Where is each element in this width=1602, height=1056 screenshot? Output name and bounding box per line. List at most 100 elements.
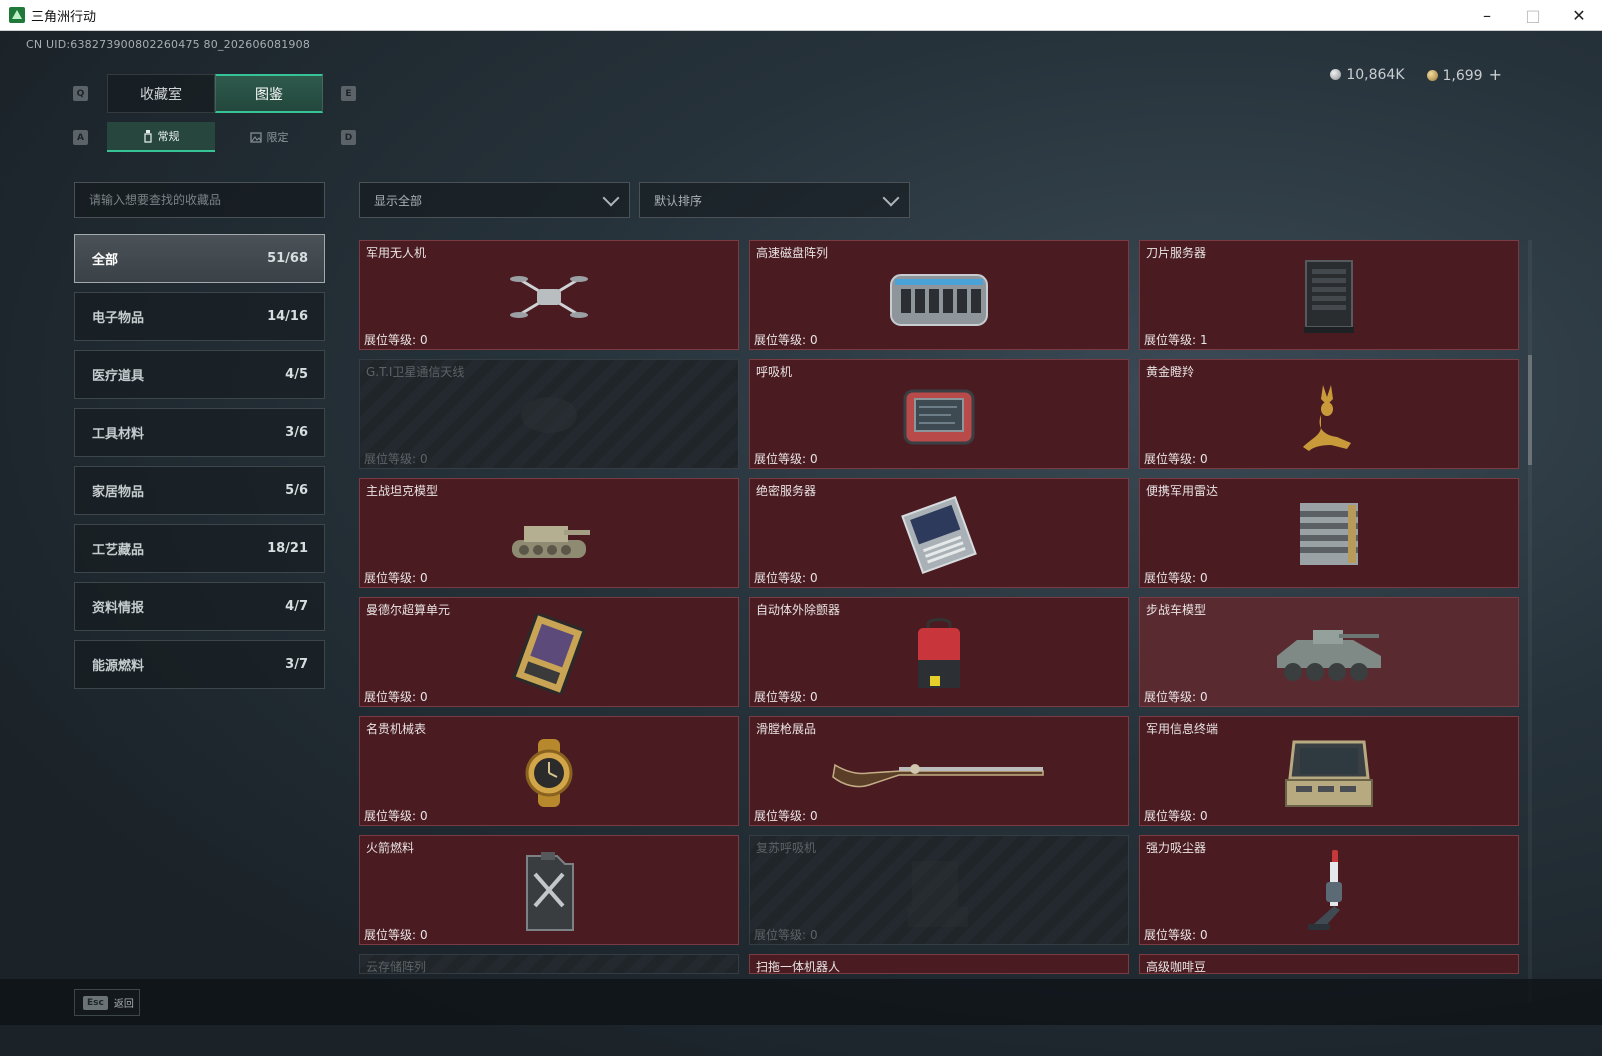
item-name: 云存储阵列 xyxy=(366,960,427,974)
collection-item-card[interactable]: 高速磁盘阵列 展位等级: 0 xyxy=(749,240,1129,350)
add-currency-icon[interactable]: + xyxy=(1489,65,1502,84)
item-display-level: 展位等级: 0 xyxy=(754,331,818,348)
level-prefix: 展位等级: xyxy=(754,452,807,466)
subtab-regular-label: 常规 xyxy=(157,130,180,143)
collection-item-card[interactable]: 火箭燃料 展位等级: 0 xyxy=(359,835,739,945)
item-name: 便携军用雷达 xyxy=(1146,484,1219,498)
item-name: 滑膛枪展品 xyxy=(756,722,817,736)
key-hint-e: E xyxy=(341,86,356,101)
category-label: 医疗道具 xyxy=(92,369,145,384)
watch-icon xyxy=(516,737,582,809)
back-button[interactable]: Esc 返回 xyxy=(74,989,140,1016)
window-title: 三角洲行动 xyxy=(31,9,97,25)
filter-dropdown[interactable]: 显示全部 xyxy=(359,182,630,218)
category-crafts[interactable]: 工艺藏品 18/21 xyxy=(74,524,325,573)
category-label: 工艺藏品 xyxy=(92,543,145,558)
collection-item-card[interactable]: 刀片服务器 展位等级: 1 xyxy=(1139,240,1519,350)
subtab-regular[interactable]: 常规 xyxy=(107,122,215,152)
subtab-limited[interactable]: 限定 xyxy=(215,122,323,152)
collection-item-card[interactable]: 滑膛枪展品 展位等级: 0 xyxy=(749,716,1129,826)
item-display-level: 展位等级: 0 xyxy=(364,331,428,348)
level-value: 0 xyxy=(1200,571,1208,585)
category-count: 51/68 xyxy=(267,251,308,266)
collection-item-card[interactable]: 主战坦克模型 展位等级: 0 xyxy=(359,478,739,588)
esc-key-badge: Esc xyxy=(83,995,108,1010)
item-display-level: 展位等级: 0 xyxy=(364,450,428,467)
item-display-level: 展位等级: 1 xyxy=(1144,331,1208,348)
category-household[interactable]: 家居物品 5/6 xyxy=(74,466,325,515)
level-prefix: 展位等级: xyxy=(364,333,417,347)
resuscitator-icon xyxy=(898,851,980,933)
collection-item-card[interactable]: 云存储阵列 xyxy=(359,954,739,974)
tab-catalog[interactable]: 图鉴 xyxy=(215,74,323,113)
level-value: 0 xyxy=(810,452,818,466)
maximize-button[interactable]: □ xyxy=(1510,0,1556,31)
item-display-level: 展位等级: 0 xyxy=(364,569,428,586)
collection-item-card[interactable]: 扫拖一体机器人 xyxy=(749,954,1129,974)
game-viewport: CN UID:638273900802260475 80_20260608190… xyxy=(0,31,1602,1056)
category-intel[interactable]: 资料情报 4/7 xyxy=(74,582,325,631)
item-name: 曼德尔超算单元 xyxy=(366,603,451,617)
item-name: 名贵机械表 xyxy=(366,722,427,736)
item-display-level: 展位等级: 0 xyxy=(1144,569,1208,586)
category-label: 电子物品 xyxy=(92,311,145,326)
sort-dropdown-value: 默认排序 xyxy=(654,193,703,208)
main-tabs: 收藏室 图鉴 xyxy=(107,74,323,113)
category-label: 工具材料 xyxy=(92,427,145,442)
sub-tabs: 常规 限定 xyxy=(107,122,323,152)
collection-item-card[interactable]: 军用无人机 展位等级: 0 xyxy=(359,240,739,350)
gold-currency[interactable]: 1,699 + xyxy=(1426,65,1502,84)
category-energy[interactable]: 能源燃料 3/7 xyxy=(74,640,325,689)
level-value: 0 xyxy=(810,928,818,942)
item-display-level: 展位等级: 0 xyxy=(1144,807,1208,824)
window-controls: – □ ✕ xyxy=(1464,0,1602,31)
level-prefix: 展位等级: xyxy=(1144,333,1197,347)
ifv-model-icon xyxy=(1269,614,1389,694)
collection-item-card[interactable]: 便携军用雷达 展位等级: 0 xyxy=(1139,478,1519,588)
item-name: 自动体外除颤器 xyxy=(756,603,841,617)
chevron-down-icon xyxy=(882,189,900,207)
level-prefix: 展位等级: xyxy=(1144,452,1197,466)
close-button[interactable]: ✕ xyxy=(1556,0,1602,31)
level-prefix: 展位等级: xyxy=(364,928,417,942)
sort-dropdown[interactable]: 默认排序 xyxy=(639,182,910,218)
level-value: 0 xyxy=(810,571,818,585)
collection-item-card[interactable]: 呼吸机 展位等级: 0 xyxy=(749,359,1129,469)
category-electronics[interactable]: 电子物品 14/16 xyxy=(74,292,325,341)
collection-item-card[interactable]: 军用信息终端 展位等级: 0 xyxy=(1139,716,1519,826)
level-prefix: 展位等级: xyxy=(364,571,417,585)
collection-item-card[interactable]: 高级咖啡豆 xyxy=(1139,954,1519,974)
ventilator-icon xyxy=(901,385,977,447)
collection-item-card[interactable]: 曼德尔超算单元 展位等级: 0 xyxy=(359,597,739,707)
minimize-button[interactable]: – xyxy=(1464,0,1510,31)
tab-collection-room[interactable]: 收藏室 xyxy=(107,74,215,113)
search-input[interactable] xyxy=(74,182,325,218)
grid-scrollbar[interactable] xyxy=(1528,240,1532,1003)
item-name: 绝密服务器 xyxy=(756,484,817,498)
collection-item-card[interactable]: 名贵机械表 展位等级: 0 xyxy=(359,716,739,826)
level-prefix: 展位等级: xyxy=(754,928,807,942)
collection-grid: 军用无人机 展位等级: 0 高速磁盘阵列 展位等级: 0 刀片服务器 展位等级: 1 G.T.I卫… xyxy=(359,240,1521,1003)
level-value: 0 xyxy=(420,571,428,585)
gold-gazelle-icon xyxy=(1287,377,1371,455)
level-value: 0 xyxy=(810,809,818,823)
collection-item-card[interactable]: 复苏呼吸机 展位等级: 0 xyxy=(749,835,1129,945)
collection-item-card[interactable]: 自动体外除颤器 展位等级: 0 xyxy=(749,597,1129,707)
collection-item-card[interactable]: 黄金瞪羚 展位等级: 0 xyxy=(1139,359,1519,469)
item-display-level: 展位等级: 0 xyxy=(1144,688,1208,705)
collection-item-card[interactable]: 步战车模型 展位等级: 0 xyxy=(1139,597,1519,707)
level-value: 1 xyxy=(1200,333,1208,347)
collection-item-card[interactable]: 绝密服务器展位等级: 0 xyxy=(749,478,1129,588)
drone-icon xyxy=(507,265,591,329)
collection-item-card[interactable]: G.T.I卫星通信天线 展位等级: 0 xyxy=(359,359,739,469)
collection-item-card[interactable]: 强力吸尘器 展位等级: 0 xyxy=(1139,835,1519,945)
level-value: 0 xyxy=(810,690,818,704)
item-display-level: 展位等级: 0 xyxy=(754,569,818,586)
scrollbar-thumb[interactable] xyxy=(1528,355,1532,465)
category-all[interactable]: 全部 51/68 xyxy=(74,234,325,283)
item-name: 军用信息终端 xyxy=(1146,722,1219,736)
category-medical[interactable]: 医疗道具 4/5 xyxy=(74,350,325,399)
terminal-case-icon xyxy=(1280,732,1378,814)
window-titlebar: 三角洲行动 – □ ✕ xyxy=(0,0,1602,31)
category-tools[interactable]: 工具材料 3/6 xyxy=(74,408,325,457)
